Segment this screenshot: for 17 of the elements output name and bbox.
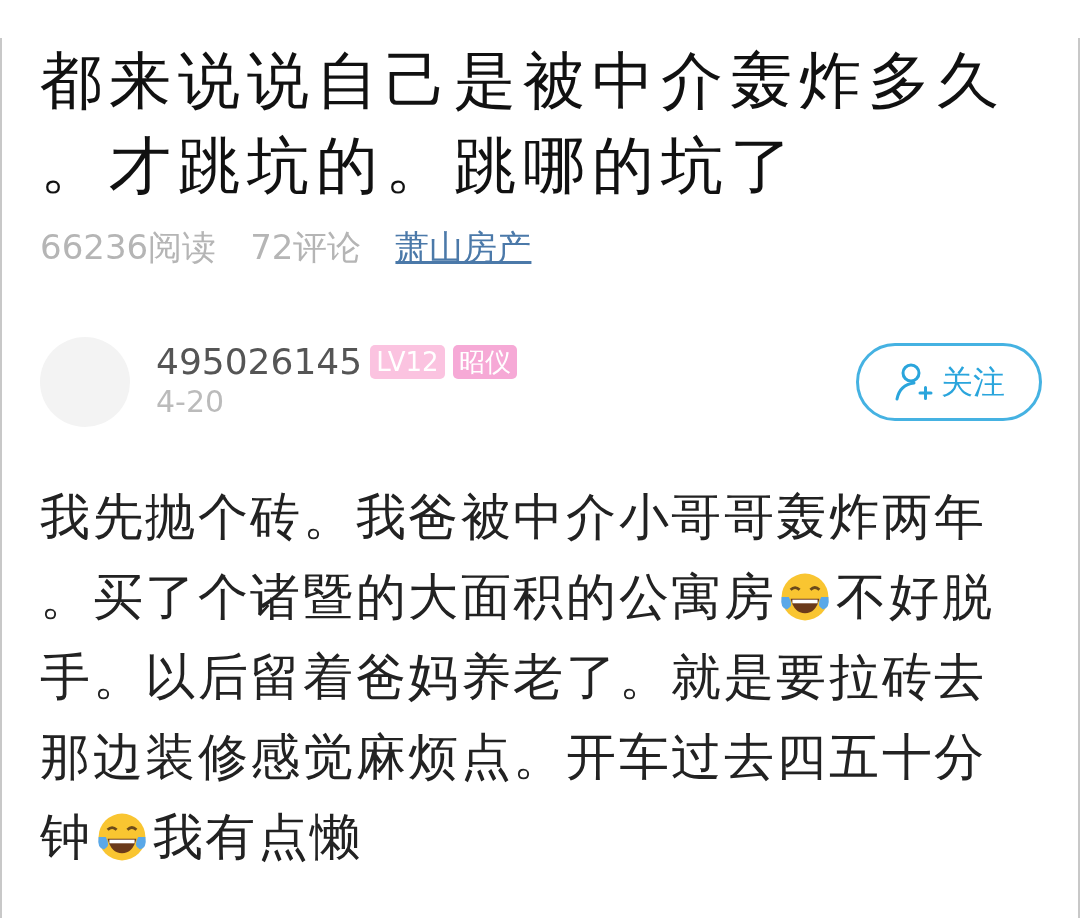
post-text: 我有点懒 xyxy=(152,807,363,868)
post-title: 都来说说自己是被中介轰炸多久。才跳坑的。跳哪的坑了 xyxy=(40,43,1007,204)
user-tag: LV12 xyxy=(370,345,445,379)
user-tag: 昭仪 xyxy=(452,345,517,379)
comment-count: 72评论 xyxy=(250,226,362,269)
post-text: 。买了个诸暨的大面积的公寓房 xyxy=(40,567,777,628)
username[interactable]: 495026145 xyxy=(156,342,363,382)
post-text: 手。以后留着爸妈养老了。就是要拉砖去 xyxy=(40,647,987,708)
post-text: 不好脱 xyxy=(836,567,995,628)
add-user-icon xyxy=(893,362,933,402)
post-text: 我先抛个砖。我爸被中介小哥哥轰炸两年 xyxy=(40,487,987,548)
follow-button[interactable]: 关注 xyxy=(856,343,1042,421)
post-date: 4-20 xyxy=(156,383,226,421)
post-text: 钟 xyxy=(40,807,93,868)
read-count: 66236阅读 xyxy=(40,226,217,269)
post-text: 那边装修感觉麻烦点。开车过去四五十分 xyxy=(40,727,987,788)
category-link[interactable]: 萧山房产 xyxy=(395,222,532,273)
